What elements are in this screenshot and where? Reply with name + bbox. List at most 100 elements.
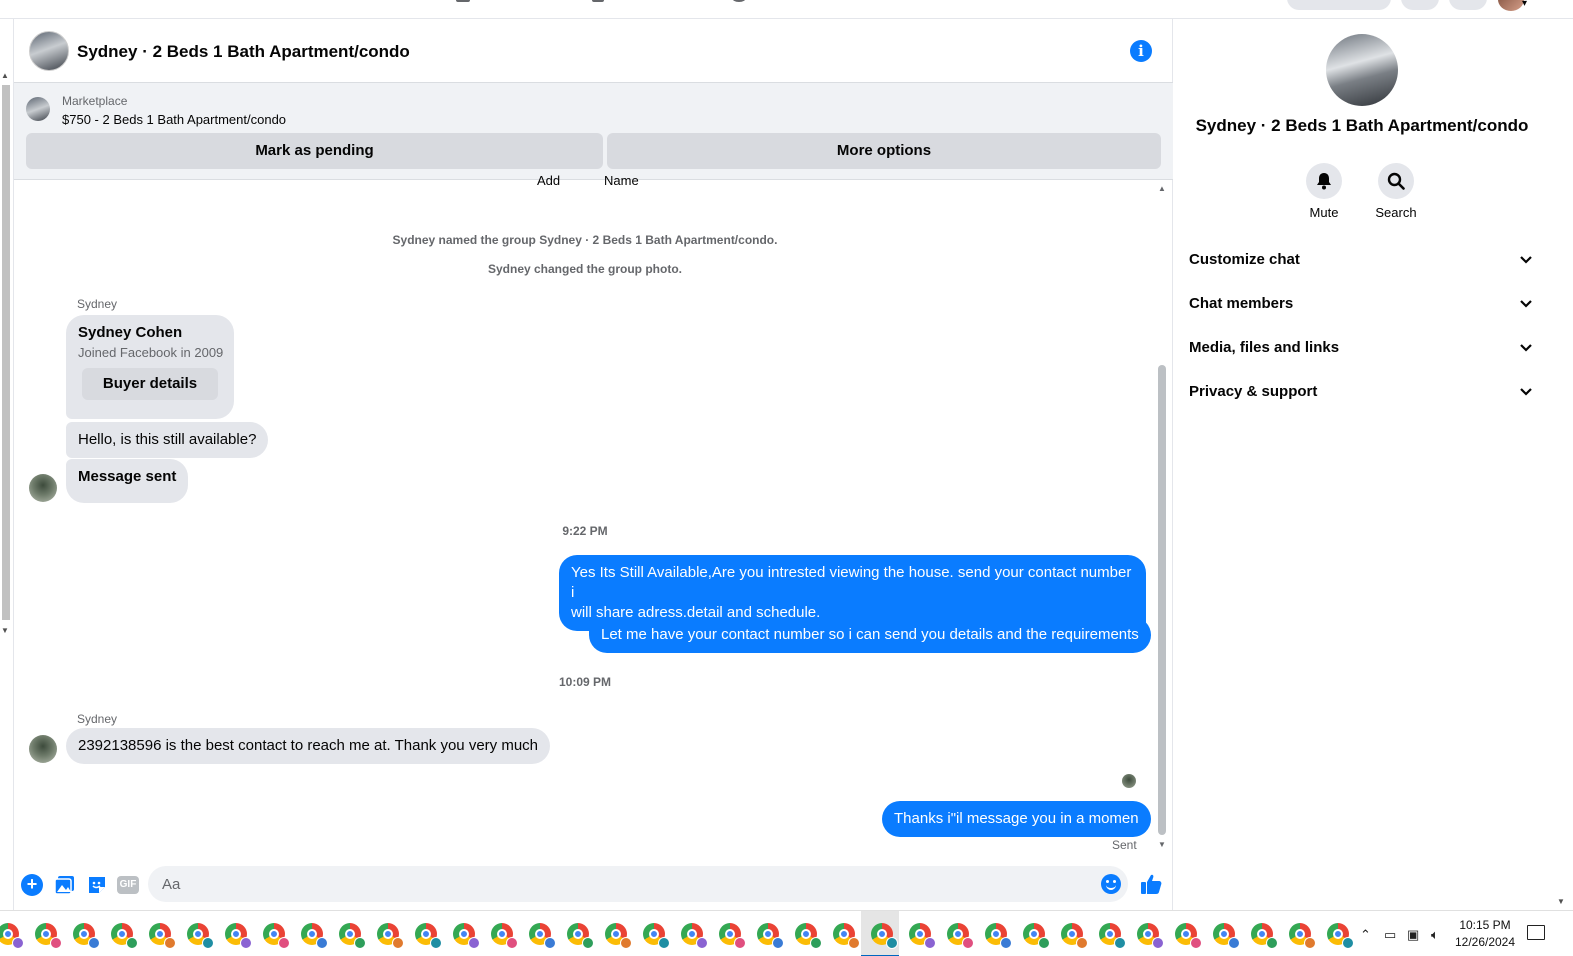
network-icon[interactable]: ▣ [1407, 927, 1419, 943]
scroll-down-arrow-icon[interactable]: ▼ [1557, 897, 1565, 906]
menu-button[interactable] [1401, 0, 1439, 10]
chrome-profile-icon[interactable] [795, 923, 822, 949]
sender-avatar[interactable] [29, 735, 57, 763]
more-options-button[interactable]: More options [607, 133, 1161, 169]
mark-as-pending-button[interactable]: Mark as pending [26, 133, 603, 169]
chrome-profile-icon[interactable] [1175, 923, 1202, 949]
volume-icon[interactable]: 🔈︎ [1431, 927, 1439, 943]
profile-badge-icon [1304, 937, 1316, 949]
media-files-links-row[interactable]: Media, files and links [1173, 328, 1551, 368]
find-friends-button[interactable] [1287, 0, 1391, 10]
chrome-profile-icon[interactable] [73, 923, 100, 949]
chrome-profile-icon[interactable] [1061, 923, 1088, 949]
chrome-profile-icon[interactable] [301, 923, 328, 949]
chrome-profile-icon[interactable] [1137, 923, 1164, 949]
chrome-profile-icon[interactable] [947, 923, 974, 949]
incoming-message[interactable]: Message sent [66, 459, 189, 503]
chrome-profile-icon[interactable] [605, 923, 632, 949]
chrome-profile-icon[interactable] [1251, 923, 1278, 949]
outgoing-message[interactable]: Thanks i"il message you in a momen [882, 801, 1151, 837]
group-avatar[interactable] [29, 31, 69, 71]
profile-badge-icon [1076, 937, 1088, 949]
chrome-profile-icon[interactable] [0, 923, 24, 949]
browser-scrollbar[interactable]: ▼ [1553, 19, 1573, 910]
chat-scrollbar[interactable]: ▲ ▼ [1156, 182, 1168, 856]
group-photo[interactable] [1326, 34, 1398, 106]
chat-scrollbar-thumb[interactable] [1158, 365, 1166, 835]
chrome-profile-icon[interactable] [225, 923, 252, 949]
profile-badge-icon [126, 937, 138, 949]
photo-icon[interactable] [54, 874, 76, 896]
page-scrollbar-thumb[interactable] [2, 85, 10, 620]
message-composer: + GIF [14, 864, 1173, 910]
profile-badge-icon [1342, 937, 1354, 949]
chrome-profile-icon[interactable] [1213, 923, 1240, 949]
chrome-profile-icon[interactable] [35, 923, 62, 949]
chrome-profile-icon[interactable] [833, 923, 860, 949]
watch-icon[interactable] [456, 0, 470, 2]
buyer-details-button[interactable]: Buyer details [82, 368, 218, 400]
account-caret-icon[interactable]: ▾ [1522, 0, 1527, 9]
incoming-message[interactable]: 2392138596 is the best contact to reach … [66, 728, 550, 764]
chat-scroll-up-icon[interactable]: ▲ [1158, 184, 1166, 193]
profile-badge-icon [468, 937, 480, 949]
groups-icon[interactable] [732, 0, 746, 2]
show-hidden-icons-icon[interactable]: ⌃ [1360, 927, 1371, 943]
chrome-profile-icon[interactable] [719, 923, 746, 949]
meet-now-icon[interactable]: ▭ [1384, 927, 1396, 943]
sticker-icon[interactable] [86, 874, 108, 896]
chrome-profile-icon[interactable] [643, 923, 670, 949]
sender-avatar[interactable] [29, 474, 57, 502]
info-icon[interactable]: i [1130, 40, 1152, 62]
chrome-profile-icon[interactable] [909, 923, 936, 949]
chrome-profile-icon[interactable] [263, 923, 290, 949]
scroll-up-arrow-icon[interactable]: ▲ [1, 71, 9, 80]
chrome-profile-icon[interactable] [377, 923, 404, 949]
chrome-profile-icon[interactable] [871, 923, 898, 949]
chrome-profile-icon[interactable] [567, 923, 594, 949]
mute-button[interactable]: Mute [1294, 163, 1354, 220]
customize-chat-row[interactable]: Customize chat [1173, 240, 1551, 280]
profile-badge-icon [506, 937, 518, 949]
chat-members-row[interactable]: Chat members [1173, 284, 1551, 324]
chrome-profile-icon[interactable] [187, 923, 214, 949]
chat-scroll-down-icon[interactable]: ▼ [1158, 840, 1166, 849]
system-clock[interactable]: 10:15 PM 12/26/2024 [1451, 917, 1519, 951]
chrome-profile-icon[interactable] [415, 923, 442, 949]
chrome-profile-icon[interactable] [529, 923, 556, 949]
notification-center-icon[interactable] [1527, 925, 1545, 940]
chrome-profile-icon[interactable] [339, 923, 366, 949]
scroll-down-arrow-icon[interactable]: ▼ [1, 626, 9, 635]
chrome-profile-icon[interactable] [149, 923, 176, 949]
account-avatar[interactable] [1498, 0, 1524, 11]
incoming-message[interactable]: Hello, is this still available? [66, 422, 269, 458]
chrome-profile-icon[interactable] [1289, 923, 1316, 949]
message-input[interactable] [148, 866, 1128, 902]
outgoing-message[interactable]: Let me have your contact number so i can… [589, 617, 1151, 653]
listing-title[interactable]: $750 - 2 Beds 1 Bath Apartment/condo [62, 112, 286, 127]
chrome-profile-icon[interactable] [985, 923, 1012, 949]
chrome-profile-icon[interactable] [681, 923, 708, 949]
search-button[interactable]: Search [1366, 163, 1426, 220]
marketplace-icon[interactable] [592, 0, 604, 2]
chrome-profile-icon[interactable] [491, 923, 518, 949]
gif-icon[interactable]: GIF [117, 876, 139, 894]
chrome-profile-icon[interactable] [453, 923, 480, 949]
chrome-profile-icon[interactable] [111, 923, 138, 949]
chrome-profile-icon[interactable] [757, 923, 784, 949]
name-label[interactable]: Name [604, 173, 639, 188]
profile-badge-icon [50, 937, 62, 949]
chrome-profile-icon[interactable] [1099, 923, 1126, 949]
emoji-icon[interactable] [1101, 874, 1121, 894]
notifications-button[interactable] [1449, 0, 1487, 10]
page-scrollbar[interactable]: ▲ ▼ [0, 19, 12, 910]
listing-thumbnail[interactable] [26, 97, 50, 121]
thumbs-up-icon[interactable] [1139, 872, 1163, 896]
more-actions-plus-icon[interactable]: + [21, 874, 43, 896]
chrome-profile-icon[interactable] [1327, 923, 1354, 949]
chrome-profile-icon[interactable] [1023, 923, 1050, 949]
system-message: Sydney changed the group photo. [487, 262, 682, 276]
add-label[interactable]: Add [537, 173, 560, 188]
chat-title[interactable]: Sydney · 2 Beds 1 Bath Apartment/condo [77, 42, 410, 62]
privacy-support-row[interactable]: Privacy & support [1173, 372, 1551, 412]
